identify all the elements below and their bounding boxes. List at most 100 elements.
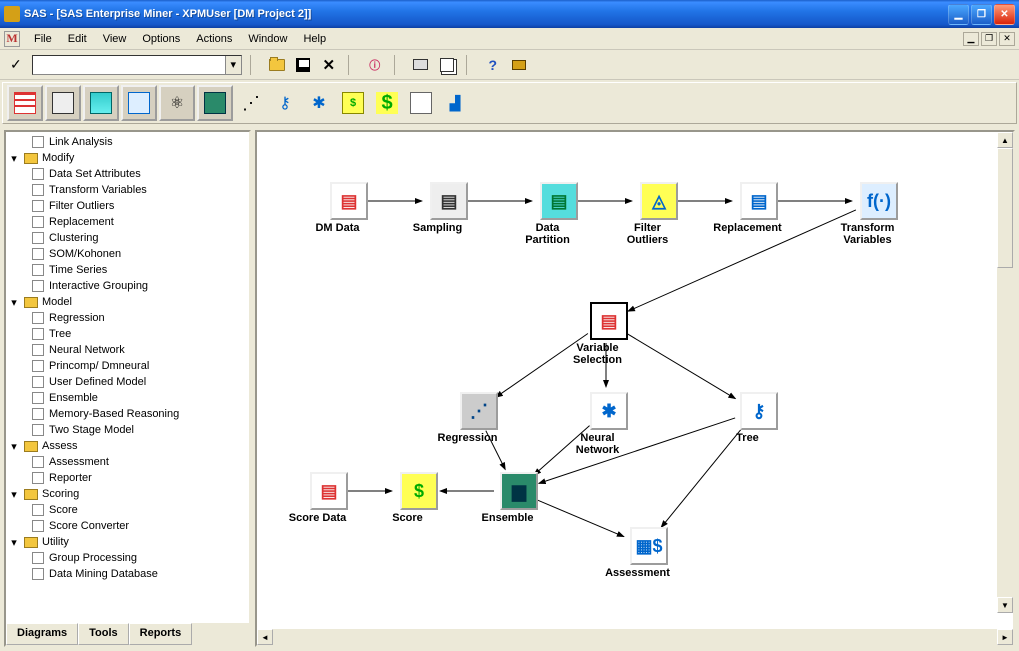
menu-edit[interactable]: Edit xyxy=(60,31,95,47)
tool-assessment[interactable]: $ xyxy=(337,85,369,121)
tree-item-filter-outliers[interactable]: Filter Outliers xyxy=(6,198,249,214)
tree-item-replacement[interactable]: Replacement xyxy=(6,214,249,230)
tool-reporter[interactable] xyxy=(405,85,437,121)
tree-item-link-analysis[interactable]: Link Analysis xyxy=(6,134,249,150)
tree-item-time-series[interactable]: Time Series xyxy=(6,262,249,278)
menu-view[interactable]: View xyxy=(95,31,135,47)
mdi-restore-button[interactable]: ❐ xyxy=(981,32,997,46)
tree-item-regression[interactable]: Regression xyxy=(6,310,249,326)
tree-item-tree[interactable]: Tree xyxy=(6,326,249,342)
print-icon xyxy=(413,59,428,70)
tree-item-ensemble[interactable]: Ensemble xyxy=(6,390,249,406)
left-tab-tools[interactable]: Tools xyxy=(78,623,129,645)
tree-item-score-converter[interactable]: Score Converter xyxy=(6,518,249,534)
canvas-h-scrollbar[interactable]: ◄ ► xyxy=(257,629,1013,645)
left-tab-reports[interactable]: Reports xyxy=(129,623,193,645)
scroll-up-button[interactable]: ▲ xyxy=(997,132,1013,148)
tool-cluster[interactable]: ⚛ xyxy=(159,85,195,121)
command-combo[interactable]: ▾ xyxy=(32,55,242,75)
node-dmdata[interactable]: ▤DM Data xyxy=(327,182,371,234)
node-regress[interactable]: ⋰Regression xyxy=(457,392,501,444)
node-neural[interactable]: ✱NeuralNetwork xyxy=(587,392,631,456)
node-replace[interactable]: ▤Replacement xyxy=(737,182,781,234)
book-button[interactable] xyxy=(508,54,530,76)
submit-check-icon[interactable]: ✓ xyxy=(4,56,28,73)
tree-folder-model[interactable]: ▾Model xyxy=(6,294,249,310)
open-button[interactable] xyxy=(266,54,288,76)
tree-item-clustering[interactable]: Clustering xyxy=(6,230,249,246)
table-icon: ▤ xyxy=(310,472,348,510)
tool-transform[interactable] xyxy=(121,85,157,121)
filter-icon: ◬ xyxy=(640,182,678,220)
tool-tree[interactable]: ⚷ xyxy=(269,85,301,121)
node-palette-toolbar: ⚛ ⋰ ⚷ ✱ $ $ ▟ xyxy=(2,82,1017,124)
menu-help[interactable]: Help xyxy=(295,31,334,47)
tree-folder-modify[interactable]: ▾Modify xyxy=(6,150,249,166)
diagram-canvas[interactable]: ▲ ▼ ▤DM Data ▤Sampling ▤DataPartition ◬Filt… xyxy=(257,132,1013,629)
save-button[interactable] xyxy=(292,54,314,76)
node-scoredata[interactable]: ▤Score Data xyxy=(307,472,351,524)
menu-actions[interactable]: Actions xyxy=(188,31,240,47)
tool-ensemble[interactable] xyxy=(197,85,233,121)
tool-neural-network[interactable]: ✱ xyxy=(303,85,335,121)
delete-button[interactable]: ✕ xyxy=(318,54,340,76)
node-assess[interactable]: ▦$Assessment xyxy=(627,527,671,579)
maximize-button[interactable]: ❐ xyxy=(971,4,992,25)
tool-input-data[interactable] xyxy=(7,85,43,121)
diagram-area: ▲ ▼ ▤DM Data ▤Sampling ▤DataPartition ◬Filt… xyxy=(255,130,1015,647)
node-sampling[interactable]: ▤Sampling xyxy=(427,182,471,234)
tree-item-score[interactable]: Score xyxy=(6,502,249,518)
tree-item-reporter[interactable]: Reporter xyxy=(6,470,249,486)
tool-data-partition[interactable] xyxy=(83,85,119,121)
tree-item-group-processing[interactable]: Group Processing xyxy=(6,550,249,566)
node-filter[interactable]: ◬FilterOutliers xyxy=(637,182,681,246)
tree-item-som-kohonen[interactable]: SOM/Kohonen xyxy=(6,246,249,262)
tool-tree-view[interactable]: Link Analysis▾ModifyData Set AttributesT… xyxy=(6,132,249,623)
menu-window[interactable]: Window xyxy=(240,31,295,47)
node-partition[interactable]: ▤DataPartition xyxy=(537,182,581,246)
node-varsel[interactable]: ▤VariableSelection xyxy=(587,302,631,366)
print-button[interactable] xyxy=(410,54,432,76)
tool-score[interactable]: $ xyxy=(371,85,403,121)
mdi-app-icon[interactable]: M xyxy=(4,31,20,47)
node-score[interactable]: $Score xyxy=(397,472,441,524)
minimize-button[interactable]: ▁ xyxy=(948,4,969,25)
tree-item-princomp-dmneural[interactable]: Princomp/ Dmneural xyxy=(6,358,249,374)
scroll-right-button[interactable]: ► xyxy=(997,629,1013,645)
node-ensemble[interactable]: ▆Ensemble xyxy=(497,472,541,524)
tree-folder-utility[interactable]: ▾Utility xyxy=(6,534,249,550)
menu-file[interactable]: File xyxy=(26,31,60,47)
tree-folder-scoring[interactable]: ▾Scoring xyxy=(6,486,249,502)
mdi-minimize-button[interactable]: ▁ xyxy=(963,32,979,46)
partition-icon: ▤ xyxy=(540,182,578,220)
tree-item-interactive-grouping[interactable]: Interactive Grouping xyxy=(6,278,249,294)
copy-button[interactable] xyxy=(436,54,458,76)
tree-item-two-stage-model[interactable]: Two Stage Model xyxy=(6,422,249,438)
mdi-close-button[interactable]: ✕ xyxy=(999,32,1015,46)
close-button[interactable]: ✕ xyxy=(994,4,1015,25)
tree-item-memory-based-reasoning[interactable]: Memory-Based Reasoning xyxy=(6,406,249,422)
help-button[interactable]: ? xyxy=(482,54,504,76)
scroll-left-button[interactable]: ◄ xyxy=(257,629,273,645)
tree-item-data-mining-database[interactable]: Data Mining Database xyxy=(6,566,249,582)
tree-item-assessment[interactable]: Assessment xyxy=(6,454,249,470)
canvas-v-scrollbar[interactable]: ▲ ▼ xyxy=(997,132,1013,613)
node-label: Regression xyxy=(423,432,513,444)
tool-explore[interactable]: ▟ xyxy=(439,85,471,121)
ensemble-icon xyxy=(30,391,46,405)
node-tree[interactable]: ⚷Tree xyxy=(737,392,781,444)
groupproc-icon xyxy=(30,551,46,565)
x-icon: ✕ xyxy=(322,56,335,74)
tree-item-user-defined-model[interactable]: User Defined Model xyxy=(6,374,249,390)
tree-item-neural-network[interactable]: Neural Network xyxy=(6,342,249,358)
menu-options[interactable]: Options xyxy=(134,31,188,47)
scroll-down-button[interactable]: ▼ xyxy=(997,597,1013,613)
tree-item-data-set-attributes[interactable]: Data Set Attributes xyxy=(6,166,249,182)
tool-regression[interactable]: ⋰ xyxy=(235,85,267,121)
tree-item-transform-variables[interactable]: Transform Variables xyxy=(6,182,249,198)
tree-folder-assess[interactable]: ▾Assess xyxy=(6,438,249,454)
tool-sampling[interactable] xyxy=(45,85,81,121)
node-transform[interactable]: f(·)TransformVariables xyxy=(857,182,901,246)
info-button[interactable]: ⓘ xyxy=(364,54,386,76)
left-tab-diagrams[interactable]: Diagrams xyxy=(6,623,78,645)
